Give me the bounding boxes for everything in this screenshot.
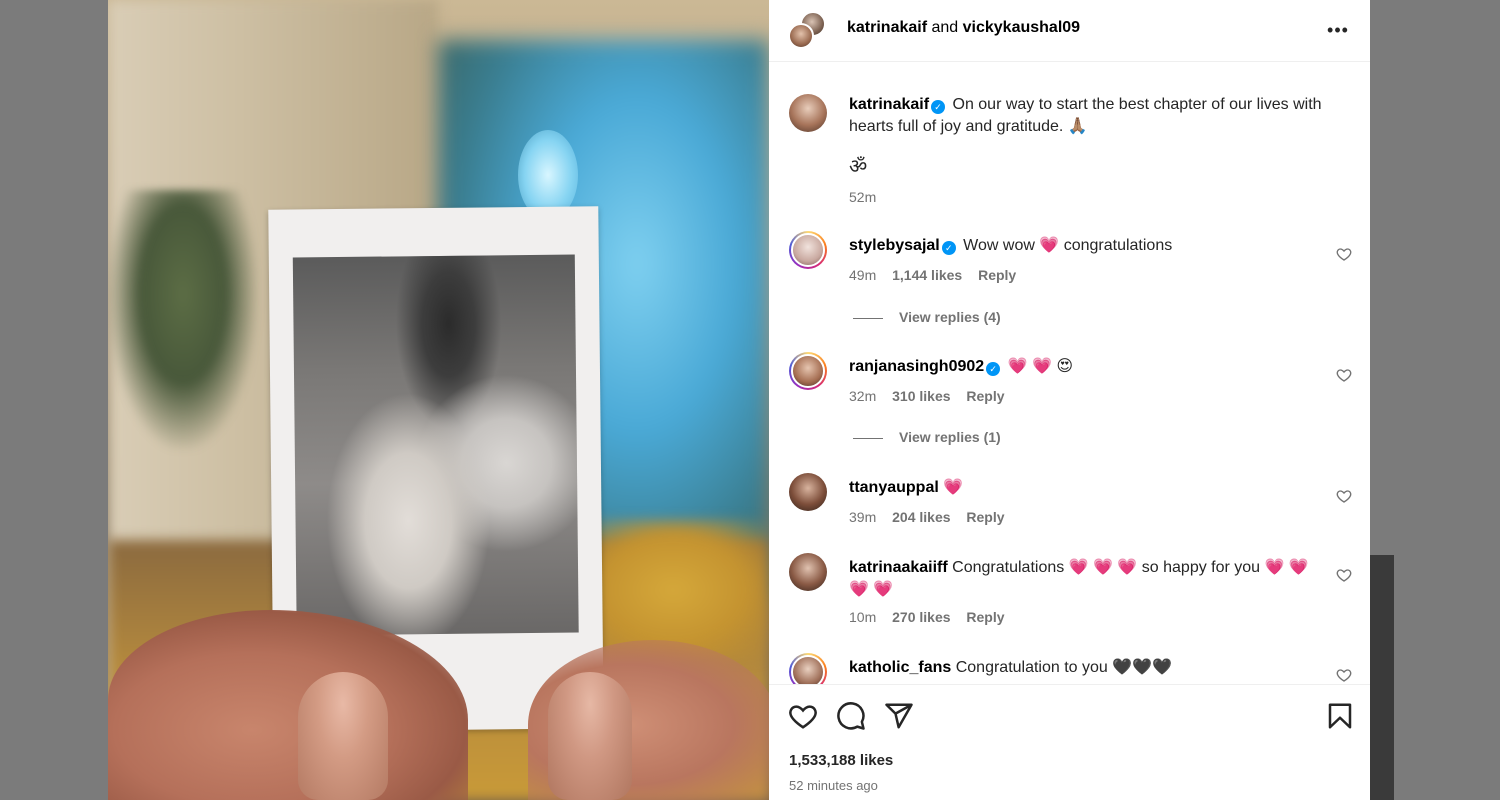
post-panel: katrinakaif and vickykaushal09 ••• katri… xyxy=(769,0,1370,800)
avatar[interactable] xyxy=(789,553,827,591)
comment-username[interactable]: katrinaakaiiff xyxy=(849,559,948,576)
caption-text: katrinakaif ✓ On our way to start the bes… xyxy=(849,94,1349,138)
right-thumb xyxy=(548,672,632,800)
comment-username[interactable]: katholic_fans xyxy=(849,659,951,676)
comment-likes[interactable]: 270 likes xyxy=(892,609,950,625)
verified-badge-icon: ✓ xyxy=(931,100,946,114)
backdrop-left xyxy=(0,0,108,800)
comment-likes[interactable]: 204 likes xyxy=(892,509,950,525)
comment-time: 32m xyxy=(849,388,877,404)
heart-outline-icon[interactable] xyxy=(1336,667,1352,683)
comment-username[interactable]: ranjanasingh0902 xyxy=(849,358,984,375)
verified-badge-icon: ✓ xyxy=(986,362,1001,376)
action-bar: 1,533,188 likes 52 minutes ago xyxy=(769,684,1370,800)
heart-outline-icon[interactable] xyxy=(1336,567,1352,583)
caption-username[interactable]: katrinakaif xyxy=(849,96,929,113)
view-replies-label: View replies (4) xyxy=(899,309,1001,325)
avatar[interactable] xyxy=(789,653,827,684)
polaroid-print xyxy=(292,254,579,636)
comment-likes[interactable]: 1,144 likes xyxy=(892,267,962,283)
heart-outline-icon[interactable] xyxy=(1336,488,1352,504)
comment-text: stylebysajal ✓ Wow wow 💗 congratulations xyxy=(849,235,1349,257)
comment-username[interactable]: ttanyauppal xyxy=(849,479,939,496)
collab-avatar[interactable] xyxy=(788,11,828,51)
heart-outline-icon[interactable] xyxy=(1336,367,1352,383)
comment-time: 10m xyxy=(849,609,877,625)
avatar[interactable] xyxy=(789,94,827,132)
more-options-icon[interactable]: ••• xyxy=(1326,18,1350,42)
verified-badge-icon: ✓ xyxy=(941,241,956,255)
comments-list[interactable]: katrinakaif ✓ On our way to start the bes… xyxy=(769,62,1370,684)
backdrop-shadow xyxy=(1370,555,1394,800)
comment-text: katrinaakaiiff Congratulations 💗 💗 💗 so … xyxy=(849,557,1319,601)
author-link[interactable]: katrinakaif xyxy=(847,19,927,36)
post-header: katrinakaif and vickykaushal09 ••• xyxy=(769,0,1370,62)
heart-outline-icon[interactable] xyxy=(1336,246,1352,262)
post-image[interactable] xyxy=(108,0,769,800)
comment-time: 49m xyxy=(849,267,877,283)
avatar[interactable] xyxy=(789,352,827,390)
post-timestamp: 52 minutes ago xyxy=(789,778,878,793)
post-authors: katrinakaif and vickykaushal09 xyxy=(847,19,1080,37)
comment-body: Wow wow 💗 congratulations xyxy=(958,237,1173,254)
caption-om: ॐ xyxy=(849,156,868,178)
authors-joiner: and xyxy=(927,19,963,36)
comment-body: 💗 💗 😍 xyxy=(1003,358,1074,375)
left-thumb xyxy=(298,672,388,800)
heart-outline-icon[interactable] xyxy=(788,701,818,731)
avatar[interactable] xyxy=(789,231,827,269)
view-replies-label: View replies (1) xyxy=(899,429,1001,445)
comment-meta: 32m 310 likes Reply xyxy=(849,388,1017,404)
photo-plant xyxy=(108,190,258,450)
author-link[interactable]: vickykaushal09 xyxy=(963,19,1080,36)
reply-button[interactable]: Reply xyxy=(978,267,1016,283)
comment-meta: 49m 1,144 likes Reply xyxy=(849,267,1028,283)
comment-text: katholic_fans Congratulation to you 🖤🖤🖤 xyxy=(849,657,1349,679)
reply-button[interactable]: Reply xyxy=(966,388,1004,404)
view-replies-button[interactable]: View replies (4) xyxy=(853,309,1001,325)
comment-meta: 10m 270 likes Reply xyxy=(849,609,1017,625)
replies-line xyxy=(853,317,883,319)
comment-body: Congratulation to you 🖤🖤🖤 xyxy=(951,659,1173,676)
comment-text: ttanyauppal 💗 xyxy=(849,477,1349,499)
caption-time: 52m xyxy=(849,189,877,205)
photo-sofa xyxy=(578,520,768,660)
comment-username[interactable]: stylebysajal xyxy=(849,237,940,254)
comment-meta: 39m 204 likes Reply xyxy=(849,509,1017,525)
likes-count[interactable]: 1,533,188 likes xyxy=(789,752,893,769)
reply-button[interactable]: Reply xyxy=(966,609,1004,625)
view-replies-button[interactable]: View replies (1) xyxy=(853,429,1001,445)
comment-text: ranjanasingh0902 ✓ 💗 💗 😍 xyxy=(849,356,1349,378)
reply-button[interactable]: Reply xyxy=(966,509,1004,525)
replies-line xyxy=(853,437,883,439)
bookmark-icon[interactable] xyxy=(1325,701,1355,731)
avatar[interactable] xyxy=(789,473,827,511)
paper-plane-icon[interactable] xyxy=(884,701,914,731)
avatar xyxy=(788,23,814,49)
comment-likes[interactable]: 310 likes xyxy=(892,388,950,404)
backdrop-right xyxy=(1370,0,1500,800)
comment-body: 💗 xyxy=(938,479,964,496)
comment-bubble-icon[interactable] xyxy=(836,701,866,731)
comment-time: 39m xyxy=(849,509,877,525)
